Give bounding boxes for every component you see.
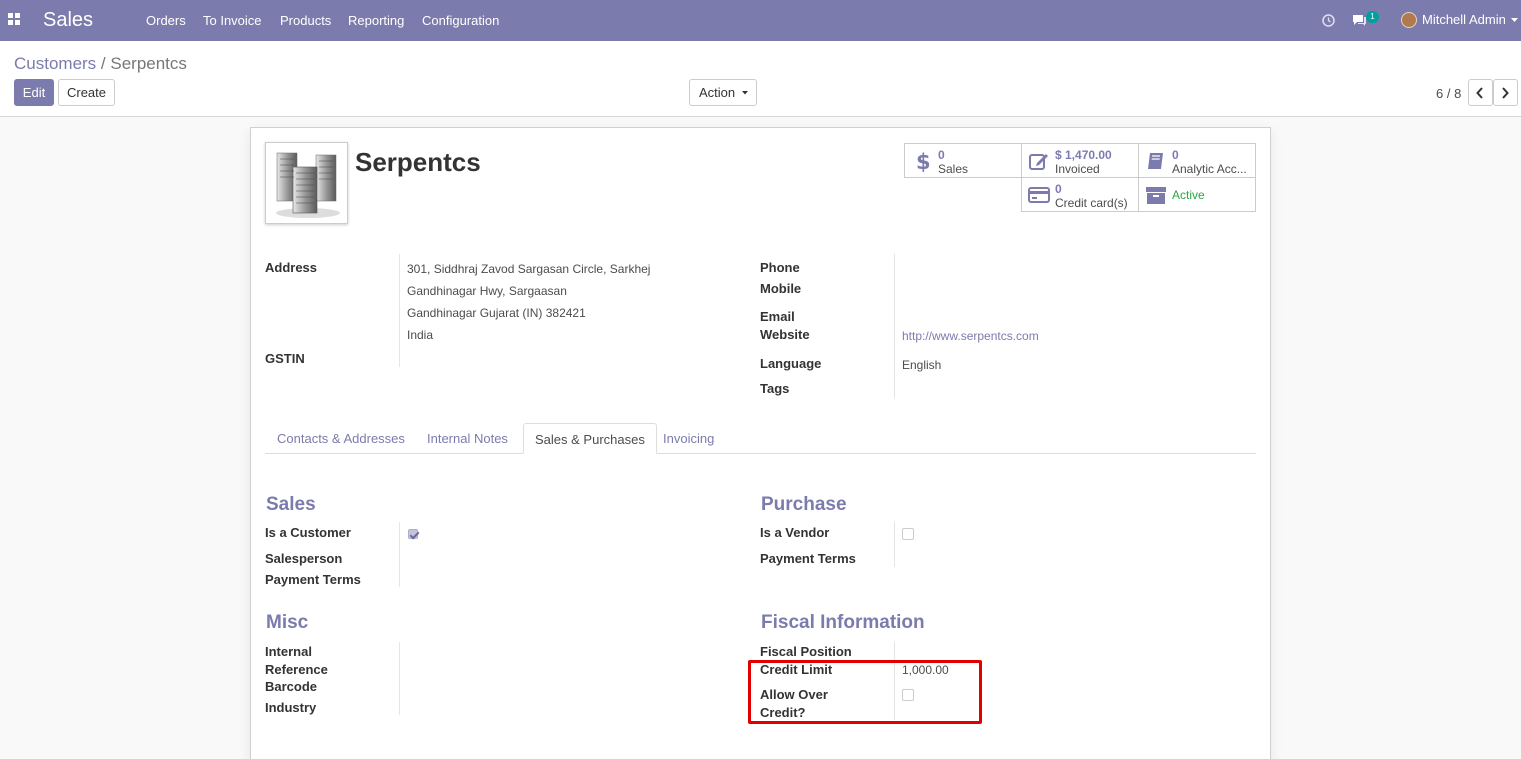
partner-name: Serpentcs: [355, 147, 481, 177]
dollar-icon: $: [916, 150, 931, 172]
fiscal-section-title: Fiscal Information: [761, 612, 925, 633]
archive-icon: [1146, 187, 1166, 204]
breadcrumb-customers[interactable]: Customers: [14, 54, 96, 73]
invoiced-stat-button[interactable]: $ 1,470.00 Invoiced: [1021, 143, 1139, 178]
control-panel: Customers / Serpentcs Edit Create Action…: [0, 41, 1521, 117]
analytic-count: 0: [1172, 148, 1179, 162]
edit-invoice-icon: [1029, 154, 1048, 170]
sales-stat-button[interactable]: $ 0 Sales: [904, 143, 1022, 178]
pager-next-button[interactable]: [1493, 79, 1518, 106]
salesperson-label: Salesperson: [265, 551, 343, 566]
tags-label: Tags: [760, 381, 790, 396]
field-divider: [399, 642, 400, 715]
top-navbar: Sales Orders To Invoice Products Reporti…: [0, 0, 1521, 41]
tab-internal-notes[interactable]: Internal Notes: [416, 423, 519, 454]
user-menu[interactable]: Mitchell Admin: [1422, 12, 1506, 27]
invoiced-amount: $ 1,470.00: [1055, 148, 1112, 162]
pager-previous-button[interactable]: [1468, 79, 1493, 106]
create-button[interactable]: Create: [58, 79, 115, 106]
email-label: Email: [760, 309, 795, 324]
menu-orders[interactable]: Orders: [146, 13, 186, 28]
menu-products[interactable]: Products: [280, 13, 331, 28]
activity-clock-icon[interactable]: [1322, 14, 1335, 27]
breadcrumb: Customers / Serpentcs: [14, 54, 187, 74]
messages-badge: 1: [1366, 11, 1379, 23]
credit-card-stat-label: Credit card(s): [1055, 196, 1128, 210]
internal-reference-label-line2: Reference: [265, 662, 328, 677]
edit-button[interactable]: Edit: [14, 79, 54, 106]
apps-grid-icon[interactable]: [8, 13, 22, 27]
tab-sales-purchases[interactable]: Sales & Purchases: [523, 423, 657, 454]
field-divider: [894, 254, 895, 398]
action-label: Action: [699, 85, 736, 100]
fiscal-position-label: Fiscal Position: [760, 644, 852, 659]
company-buildings-icon: [276, 152, 340, 218]
invoiced-stat-label: Invoiced: [1055, 162, 1100, 176]
language-label: Language: [760, 356, 822, 371]
tab-invoicing[interactable]: Invoicing: [652, 423, 725, 454]
credit-card-icon: [1028, 187, 1050, 203]
address-street2: Gandhinagar Hwy, Sargaasan: [407, 284, 567, 298]
sales-payment-terms-label: Payment Terms: [265, 572, 361, 587]
partner-image[interactable]: [265, 142, 348, 224]
analytic-accounts-stat-button[interactable]: 0 Analytic Acc...: [1138, 143, 1256, 178]
purchase-section-title: Purchase: [761, 494, 847, 515]
phone-label: Phone: [760, 260, 800, 275]
address-country: India: [407, 328, 434, 342]
website-label: Website: [760, 327, 810, 342]
user-caret-icon: [1511, 18, 1518, 22]
address-city-state: Gandhinagar Gujarat (IN) 382421: [407, 306, 586, 320]
is-customer-label: Is a Customer: [265, 525, 351, 540]
analytic-stat-label: Analytic Acc...: [1172, 162, 1247, 176]
address-label: Address: [265, 260, 318, 275]
gstin-label: GSTIN: [265, 351, 305, 366]
sales-stat-label: Sales: [938, 162, 969, 176]
field-divider: [399, 254, 400, 367]
barcode-label: Barcode: [265, 679, 318, 694]
mobile-label: Mobile: [760, 281, 802, 296]
industry-label: Industry: [265, 700, 317, 715]
menu-reporting[interactable]: Reporting: [348, 13, 404, 28]
breadcrumb-separator: /: [96, 54, 111, 73]
is-vendor-label: Is a Vendor: [760, 525, 830, 540]
is-customer-checkbox[interactable]: [408, 529, 418, 539]
chevron-left-icon: [1476, 87, 1483, 99]
field-divider: [894, 522, 895, 567]
internal-reference-label-line1: Internal: [265, 644, 312, 659]
action-dropdown[interactable]: Action: [689, 79, 757, 106]
action-caret-icon: [742, 91, 748, 95]
language-value: English: [902, 358, 942, 372]
credit-fields-highlight: [748, 660, 982, 724]
chevron-right-icon: [1502, 87, 1509, 99]
user-avatar[interactable]: [1401, 12, 1417, 28]
website-link[interactable]: http://www.serpentcs.com: [902, 329, 1039, 343]
purchase-payment-terms-label: Payment Terms: [760, 551, 856, 566]
breadcrumb-current: Serpentcs: [110, 54, 187, 73]
active-status: Active: [1172, 188, 1205, 202]
credit-card-count: 0: [1055, 182, 1062, 196]
field-divider: [399, 522, 400, 587]
address-street: 301, Siddhraj Zavod Sargasan Circle, Sar…: [407, 262, 651, 276]
menu-configuration[interactable]: Configuration: [422, 13, 499, 28]
pager-value[interactable]: 6 / 8: [1436, 86, 1461, 101]
sales-section-title: Sales: [266, 494, 316, 515]
app-brand[interactable]: Sales: [43, 9, 93, 32]
tab-contacts-addresses[interactable]: Contacts & Addresses: [266, 423, 416, 454]
active-toggle-button[interactable]: Active: [1138, 177, 1256, 212]
credit-cards-stat-button[interactable]: 0 Credit card(s): [1021, 177, 1139, 212]
menu-to-invoice[interactable]: To Invoice: [203, 13, 262, 28]
svg-text:$: $: [916, 150, 931, 172]
is-vendor-checkbox[interactable]: [902, 528, 914, 540]
misc-section-title: Misc: [266, 612, 309, 633]
sales-count: 0: [938, 148, 945, 162]
book-icon: [1148, 153, 1163, 169]
messages-icon[interactable]: [1352, 14, 1367, 27]
